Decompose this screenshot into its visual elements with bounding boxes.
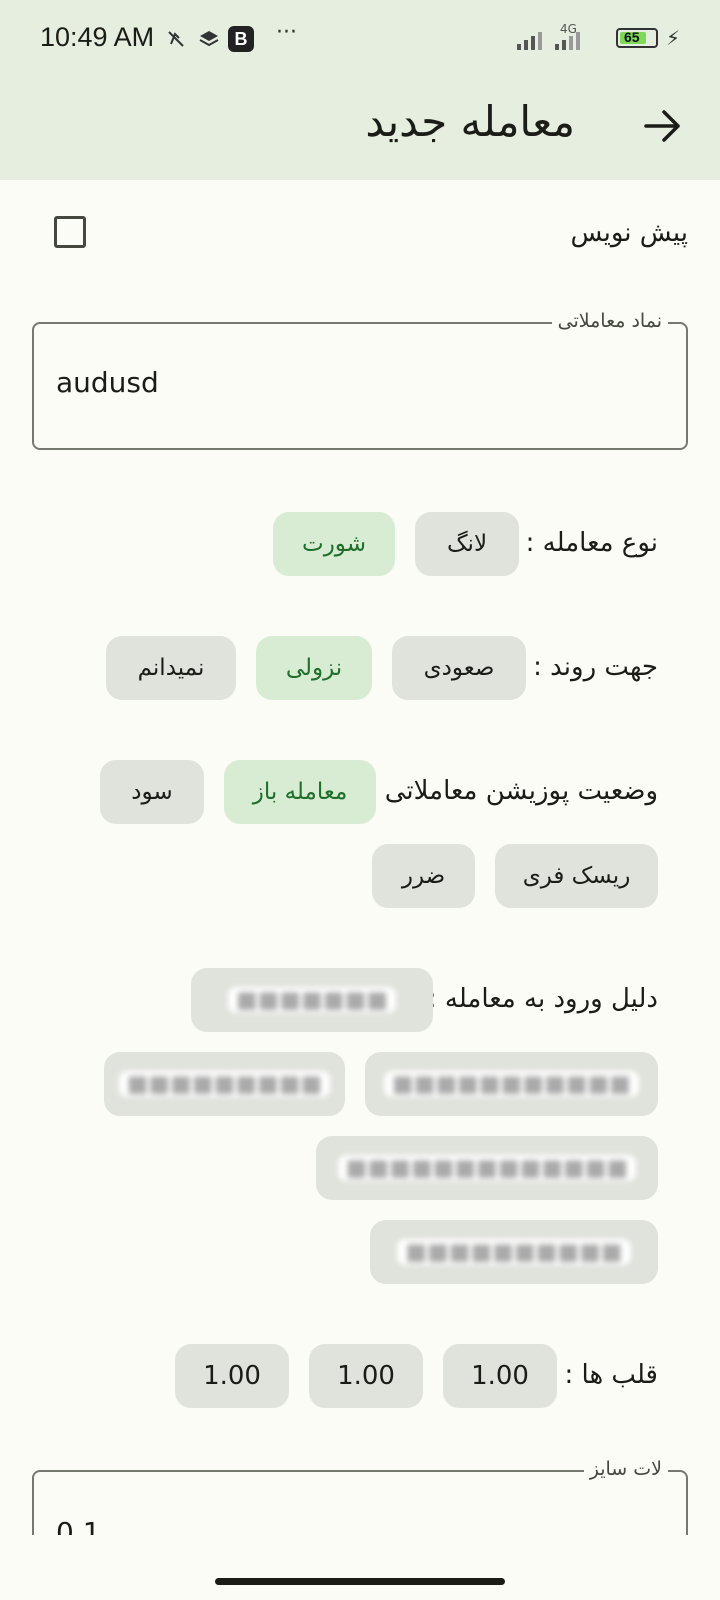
entry-reason-chip[interactable]: ■■■■■■■■■■■■■ xyxy=(316,1136,658,1200)
entry-reason-chip-label: ■■■■■■■■■■■■■ xyxy=(337,1155,637,1181)
entry-reason-chip[interactable]: ■■■■■■■ xyxy=(191,968,433,1032)
trade-type-long-chip[interactable]: لانگ xyxy=(415,512,519,576)
entry-reason-chip-label: ■■■■■■■■■■ xyxy=(397,1239,631,1265)
position-profit-chip[interactable]: سود xyxy=(100,760,204,824)
layers-icon xyxy=(198,28,220,50)
symbol-field[interactable]: نماد معاملاتی audusd xyxy=(32,310,688,450)
draft-label: پیش نویس xyxy=(570,218,688,248)
hearts-value-3[interactable]: 1.00 xyxy=(175,1344,289,1408)
entry-reason-chip[interactable]: ■■■■■■■■■■ xyxy=(370,1220,658,1284)
navigation-bar xyxy=(0,1535,720,1600)
draft-checkbox[interactable] xyxy=(54,216,86,248)
signal-icon xyxy=(515,26,595,56)
symbol-field-value: audusd xyxy=(56,366,159,399)
position-status-label: وضعیت پوزیشن معاملاتی : xyxy=(367,776,658,806)
more-dots-icon: ··· xyxy=(276,20,297,45)
battery-level: 65 xyxy=(624,29,640,45)
app-bar xyxy=(0,80,720,180)
hearts-value-1[interactable]: 1.00 xyxy=(443,1344,557,1408)
battery-icon: 65 xyxy=(616,28,658,48)
entry-reason-chip-label: ■■■■■■■ xyxy=(227,987,397,1013)
entry-reason-chip[interactable]: ■■■■■■■■■ xyxy=(104,1052,345,1116)
position-loss-chip[interactable]: ضرر xyxy=(372,844,475,908)
entry-reason-chip[interactable]: ■■■■■■■■■■■ xyxy=(365,1052,658,1116)
lot-size-field-label: لات سایز xyxy=(583,1458,668,1480)
position-open-chip[interactable]: معامله باز xyxy=(224,760,376,824)
entry-reason-label: دلیل ورود به معامله : xyxy=(427,984,658,1014)
trend-direction-label: جهت روند : xyxy=(533,652,658,682)
trend-down-chip[interactable]: نزولی xyxy=(256,636,372,700)
entry-reason-chip-label: ■■■■■■■■■■■ xyxy=(383,1071,640,1097)
trade-type-short-chip[interactable]: شورت xyxy=(273,512,395,576)
position-riskfree-chip[interactable]: ریسک فری xyxy=(495,844,658,908)
symbol-field-label: نماد معاملاتی xyxy=(551,310,668,332)
entry-reason-chip-label: ■■■■■■■■■ xyxy=(118,1071,331,1097)
mute-icon xyxy=(165,28,187,50)
home-indicator[interactable] xyxy=(215,1578,505,1585)
page-title: معامله جدید xyxy=(365,97,575,146)
trend-unknown-chip[interactable]: نمیدانم xyxy=(106,636,236,700)
trend-up-chip[interactable]: صعودی xyxy=(392,636,526,700)
b-app-icon: B xyxy=(228,26,254,52)
network-type: 4G xyxy=(560,22,577,36)
trade-type-label: نوع معامله : xyxy=(525,528,658,558)
hearts-label: قلب ها : xyxy=(564,1360,659,1390)
charging-icon: ⚡ xyxy=(666,26,681,50)
hearts-value-2[interactable]: 1.00 xyxy=(309,1344,423,1408)
arrow-back-icon[interactable] xyxy=(640,104,684,148)
status-time: 10:49 AM xyxy=(40,22,155,52)
